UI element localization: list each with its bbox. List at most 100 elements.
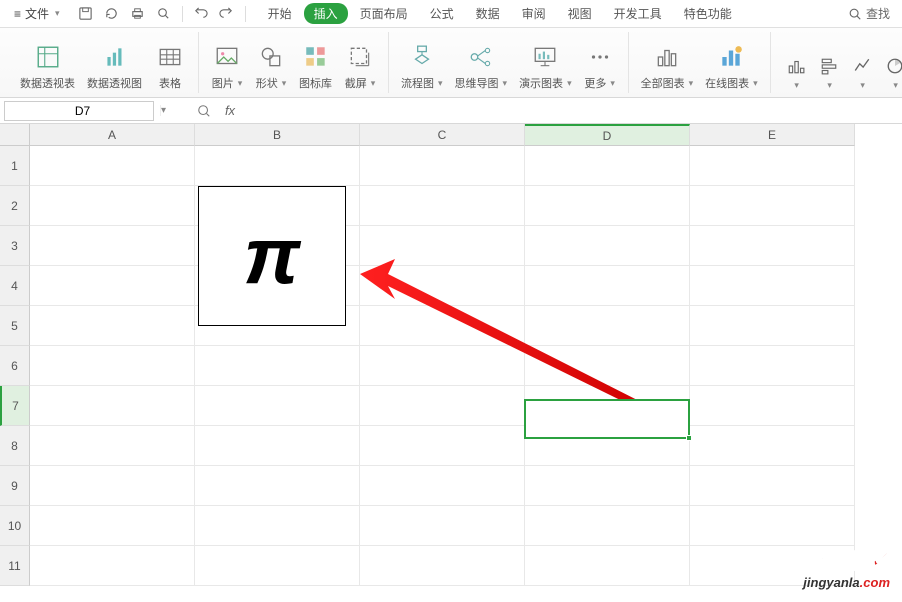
cell-B1[interactable] [195, 146, 360, 186]
cell-C9[interactable] [360, 466, 525, 506]
cell-E8[interactable] [690, 426, 855, 466]
row-header-1[interactable]: 1 [0, 146, 30, 186]
cell-B8[interactable] [195, 426, 360, 466]
cell-D11[interactable] [525, 546, 690, 586]
redo-button[interactable] [215, 3, 239, 25]
online-chart-button[interactable]: 在线图表▾ [703, 32, 760, 93]
cell-E7[interactable] [690, 386, 855, 426]
cell-B9[interactable] [195, 466, 360, 506]
cell-B11[interactable] [195, 546, 360, 586]
name-box-dropdown[interactable]: ▾ [160, 105, 166, 116]
row-header-10[interactable]: 10 [0, 506, 30, 546]
cell-C11[interactable] [360, 546, 525, 586]
select-all-corner[interactable] [0, 124, 30, 146]
cell-C7[interactable] [360, 386, 525, 426]
cell-D6[interactable] [525, 346, 690, 386]
cell-B7[interactable] [195, 386, 360, 426]
cell-A6[interactable] [30, 346, 195, 386]
cell-E1[interactable] [690, 146, 855, 186]
row-header-6[interactable]: 6 [0, 346, 30, 386]
search-button[interactable]: 查找 [842, 3, 896, 24]
pivot-table-button[interactable]: 数据透视表 [18, 32, 77, 93]
screenshot-button[interactable]: 截屏▾ [342, 32, 378, 93]
save-button[interactable] [74, 3, 98, 25]
cell-D1[interactable] [525, 146, 690, 186]
fx-button[interactable]: fx [220, 101, 240, 121]
flowchart-button[interactable]: 流程图▾ [399, 32, 445, 93]
cell-C6[interactable] [360, 346, 525, 386]
cell-B10[interactable] [195, 506, 360, 546]
cell-A2[interactable] [30, 186, 195, 226]
pie-chart-small-button[interactable]: ▾ [880, 53, 902, 93]
tab-视图[interactable]: 视图 [558, 2, 602, 25]
file-menu[interactable]: ≡ 文件 ▾ [6, 3, 68, 24]
column-header-B[interactable]: B [195, 124, 360, 146]
picture-button[interactable]: 图片▾ [209, 32, 245, 93]
cell-A8[interactable] [30, 426, 195, 466]
cell-E10[interactable] [690, 506, 855, 546]
cell-D3[interactable] [525, 226, 690, 266]
hbar-chart-small-button[interactable]: ▾ [814, 53, 844, 93]
print-preview-button[interactable] [100, 3, 124, 25]
cell-C5[interactable] [360, 306, 525, 346]
present-chart-button[interactable]: 演示图表▾ [517, 32, 574, 93]
cell-E5[interactable] [690, 306, 855, 346]
shapes-button[interactable]: 形状▾ [253, 32, 289, 93]
cell-A3[interactable] [30, 226, 195, 266]
cell-C2[interactable] [360, 186, 525, 226]
row-header-5[interactable]: 5 [0, 306, 30, 346]
cell-C3[interactable] [360, 226, 525, 266]
cell-E6[interactable] [690, 346, 855, 386]
cell-E4[interactable] [690, 266, 855, 306]
cell-D8[interactable] [525, 426, 690, 466]
cell-A11[interactable] [30, 546, 195, 586]
cell-A4[interactable] [30, 266, 195, 306]
preview-button[interactable] [152, 3, 176, 25]
pivot-chart-button[interactable]: 数据透视图 [85, 32, 144, 93]
tab-数据[interactable]: 数据 [466, 2, 510, 25]
cell-E2[interactable] [690, 186, 855, 226]
row-header-4[interactable]: 4 [0, 266, 30, 306]
tab-开发工具[interactable]: 开发工具 [604, 2, 672, 25]
row-header-8[interactable]: 8 [0, 426, 30, 466]
cell-A10[interactable] [30, 506, 195, 546]
cell-A7[interactable] [30, 386, 195, 426]
cells-grid[interactable] [30, 146, 902, 598]
column-header-E[interactable]: E [690, 124, 855, 146]
expand-formula-button[interactable] [194, 101, 214, 121]
cell-A5[interactable] [30, 306, 195, 346]
cell-C8[interactable] [360, 426, 525, 466]
row-header-11[interactable]: 11 [0, 546, 30, 586]
pi-symbol-image[interactable]: π [198, 186, 346, 326]
cell-C10[interactable] [360, 506, 525, 546]
cell-D10[interactable] [525, 506, 690, 546]
cell-D2[interactable] [525, 186, 690, 226]
name-box[interactable] [5, 104, 160, 118]
row-header-3[interactable]: 3 [0, 226, 30, 266]
mindmap-button[interactable]: 思维导图▾ [453, 32, 510, 93]
cell-E9[interactable] [690, 466, 855, 506]
cell-A1[interactable] [30, 146, 195, 186]
print-button[interactable] [126, 3, 150, 25]
more-button[interactable]: 更多▾ [582, 32, 618, 93]
cell-D9[interactable] [525, 466, 690, 506]
cell-B6[interactable] [195, 346, 360, 386]
undo-button[interactable] [189, 3, 213, 25]
cell-D7[interactable] [525, 386, 690, 426]
icon-library-button[interactable]: 图标库 [297, 32, 334, 93]
tab-页面布局[interactable]: 页面布局 [350, 2, 418, 25]
tab-公式[interactable]: 公式 [420, 2, 464, 25]
tab-特色功能[interactable]: 特色功能 [674, 2, 742, 25]
line-chart-small-button[interactable]: ▾ [847, 53, 877, 93]
table-button[interactable]: 表格 [152, 32, 188, 93]
formula-input[interactable] [246, 101, 902, 121]
cell-C4[interactable] [360, 266, 525, 306]
row-header-2[interactable]: 2 [0, 186, 30, 226]
all-charts-button[interactable]: 全部图表▾ [639, 32, 696, 93]
tab-审阅[interactable]: 审阅 [512, 2, 556, 25]
row-header-9[interactable]: 9 [0, 466, 30, 506]
cell-D4[interactable] [525, 266, 690, 306]
cell-A9[interactable] [30, 466, 195, 506]
cell-E3[interactable] [690, 226, 855, 266]
tab-插入[interactable]: 插入 [304, 3, 348, 24]
